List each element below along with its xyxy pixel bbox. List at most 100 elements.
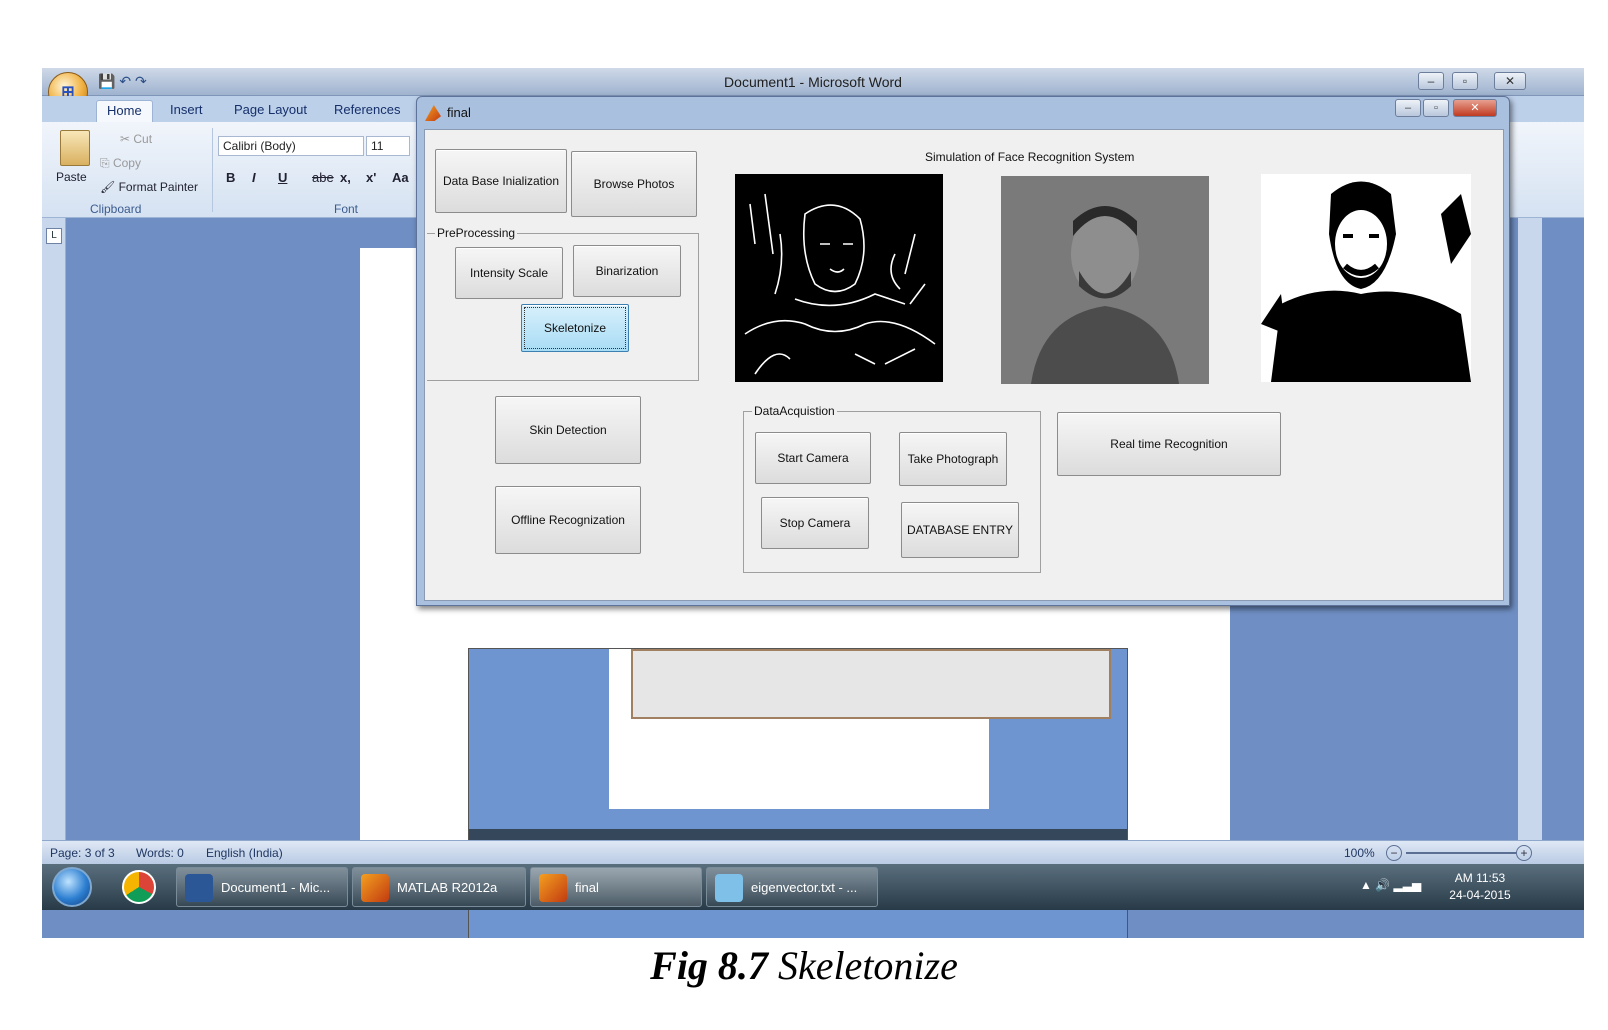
take-photograph-button[interactable]: Take Photograph (899, 432, 1007, 486)
format-painter-label: Format Painter (118, 180, 198, 194)
grayscale-face-photo (1001, 176, 1209, 384)
format-painter-button[interactable]: 🖌 Format Painter (100, 180, 198, 194)
vertical-ruler (42, 218, 66, 840)
italic-button[interactable]: I (252, 170, 256, 185)
taskbar: Document1 - Mic... MATLAB R2012a final e… (42, 864, 1584, 910)
tab-home[interactable]: Home (96, 100, 153, 122)
word-icon (185, 874, 213, 902)
font-family-select[interactable]: Calibri (Body) (218, 136, 364, 156)
strikethrough-button[interactable]: abe (312, 170, 334, 185)
preprocessing-panel-title: PreProcessing (435, 226, 518, 240)
binarized-face-image (1261, 181, 1471, 382)
scissors-icon: ✂ (120, 132, 134, 146)
caption-text: Skeletonize (777, 943, 958, 988)
database-entry-button[interactable]: DATABASE ENTRY (901, 502, 1019, 558)
undo-icon[interactable]: ↶ (119, 73, 131, 89)
status-bar: Page: 3 of 3 Words: 0 English (India) 10… (42, 840, 1584, 864)
group-divider (212, 128, 213, 212)
superscript-button[interactable]: x' (366, 170, 376, 185)
taskbar-label-final: final (575, 880, 599, 895)
chrome-icon[interactable] (122, 870, 156, 904)
binarization-button[interactable]: Binarization (573, 245, 681, 297)
stop-camera-button[interactable]: Stop Camera (761, 497, 869, 549)
word-title-bar: Document1 - Microsoft Word – ▫ ✕ (42, 68, 1584, 96)
tab-selector[interactable]: L (46, 228, 62, 244)
tab-page-layout[interactable]: Page Layout (224, 100, 317, 122)
paste-button[interactable]: Paste (56, 170, 87, 184)
skeletonize-button[interactable]: Skeletonize (521, 304, 629, 352)
taskbar-item-matlab[interactable]: MATLAB R2012a (352, 867, 526, 907)
taskbar-label-notepad: eigenvector.txt - ... (751, 880, 858, 895)
tab-insert[interactable]: Insert (160, 100, 213, 122)
font-group-label: Font (334, 202, 359, 216)
matlab-icon (361, 874, 389, 902)
figure-minimize-icon[interactable]: – (1395, 99, 1421, 117)
show-hidden-icon[interactable]: ▲ (1360, 878, 1375, 892)
matlab-figure-window[interactable]: final – ▫ ✕ Data Base Inialization Brows… (416, 96, 1510, 606)
taskbar-item-word[interactable]: Document1 - Mic... (176, 867, 348, 907)
figure-title: final (447, 105, 471, 120)
maximize-icon[interactable]: ▫ (1452, 72, 1478, 90)
database-initialization-button[interactable]: Data Base Inialization (435, 149, 567, 213)
taskbar-label-word: Document1 - Mic... (221, 880, 331, 895)
figure-close-icon[interactable]: ✕ (1453, 99, 1497, 117)
quick-access-toolbar[interactable]: 💾 ↶ ↷ (98, 73, 147, 93)
taskbar-item-notepad[interactable]: eigenvector.txt - ... (706, 867, 878, 907)
cut-button[interactable]: ✂ Cut (120, 132, 152, 146)
realtime-recognition-button[interactable]: Real time Recognition (1057, 412, 1281, 476)
font-size-select[interactable]: 11 (366, 136, 410, 156)
zoom-out-icon[interactable]: − (1386, 845, 1402, 861)
bold-button[interactable]: B (226, 170, 235, 185)
zoom-slider[interactable] (1406, 852, 1516, 854)
zoom-in-icon[interactable]: + (1516, 845, 1532, 861)
zoom-level[interactable]: 100% (1344, 846, 1375, 860)
screenshot: Document1 - Microsoft Word – ▫ ✕ ⊞ 💾 ↶ ↷… (42, 68, 1584, 938)
clock[interactable]: AM 11:53 24-04-2015 (1440, 870, 1520, 904)
matlab-icon (425, 105, 441, 121)
start-camera-button[interactable]: Start Camera (755, 432, 871, 484)
volume-icon[interactable]: 🔊 (1375, 878, 1393, 892)
minimize-icon[interactable]: – (1418, 72, 1444, 90)
vertical-scrollbar[interactable] (1518, 218, 1542, 840)
save-icon[interactable]: 💾 (98, 73, 115, 89)
gray-photo-axes (1001, 176, 1209, 384)
tab-references[interactable]: References (324, 100, 410, 122)
system-tray[interactable]: ▲ 🔊 ▂▃▅ (1360, 878, 1421, 892)
matlab-icon (539, 874, 567, 902)
figure-maximize-icon[interactable]: ▫ (1423, 99, 1449, 117)
notepad-icon (715, 874, 743, 902)
skin-detection-button[interactable]: Skin Detection (495, 396, 641, 464)
figure-caption: Fig 8.7 Skeletonize (0, 942, 1608, 989)
clock-time: AM 11:53 (1454, 871, 1506, 885)
page-count[interactable]: Page: 3 of 3 (50, 846, 115, 860)
caption-number: Fig 8.7 (650, 943, 768, 988)
brush-icon: 🖌 (100, 180, 119, 194)
word-count[interactable]: Words: 0 (136, 846, 184, 860)
skeleton-image-axes (735, 174, 943, 382)
intensity-scale-button[interactable]: Intensity Scale (455, 247, 563, 299)
figure-client-area: Data Base Inialization Browse Photos Pre… (424, 129, 1504, 601)
language-indicator[interactable]: English (India) (206, 846, 283, 860)
underline-button[interactable]: U (278, 170, 287, 185)
taskbar-label-matlab: MATLAB R2012a (397, 880, 498, 895)
browse-photos-button[interactable]: Browse Photos (571, 151, 697, 217)
copy-icon: ⎘ (100, 156, 113, 170)
close-icon[interactable]: ✕ (1494, 72, 1526, 90)
start-button[interactable] (52, 867, 92, 907)
offline-recognition-button[interactable]: Offline Recognization (495, 486, 641, 554)
network-icon[interactable]: ▂▃▅ (1394, 878, 1422, 892)
change-case-button[interactable]: Aa (392, 170, 409, 185)
copy-label: Copy (112, 156, 141, 170)
redo-icon[interactable]: ↷ (135, 73, 147, 89)
subscript-button[interactable]: x, (340, 170, 351, 185)
cut-label: Cut (133, 132, 153, 146)
clipboard-group-label: Clipboard (90, 202, 142, 216)
embedded-figure-window (631, 649, 1111, 719)
skeleton-edge-image (744, 193, 936, 375)
data-acquisition-panel-title: DataAcquistion (752, 404, 837, 418)
copy-button[interactable]: ⎘ Copy (100, 156, 141, 171)
simulation-title: Simulation of Face Recognition System (925, 150, 1135, 164)
figure-title-bar: final – ▫ ✕ (417, 97, 1511, 127)
paste-icon[interactable] (60, 130, 90, 166)
taskbar-item-final[interactable]: final (530, 867, 702, 907)
